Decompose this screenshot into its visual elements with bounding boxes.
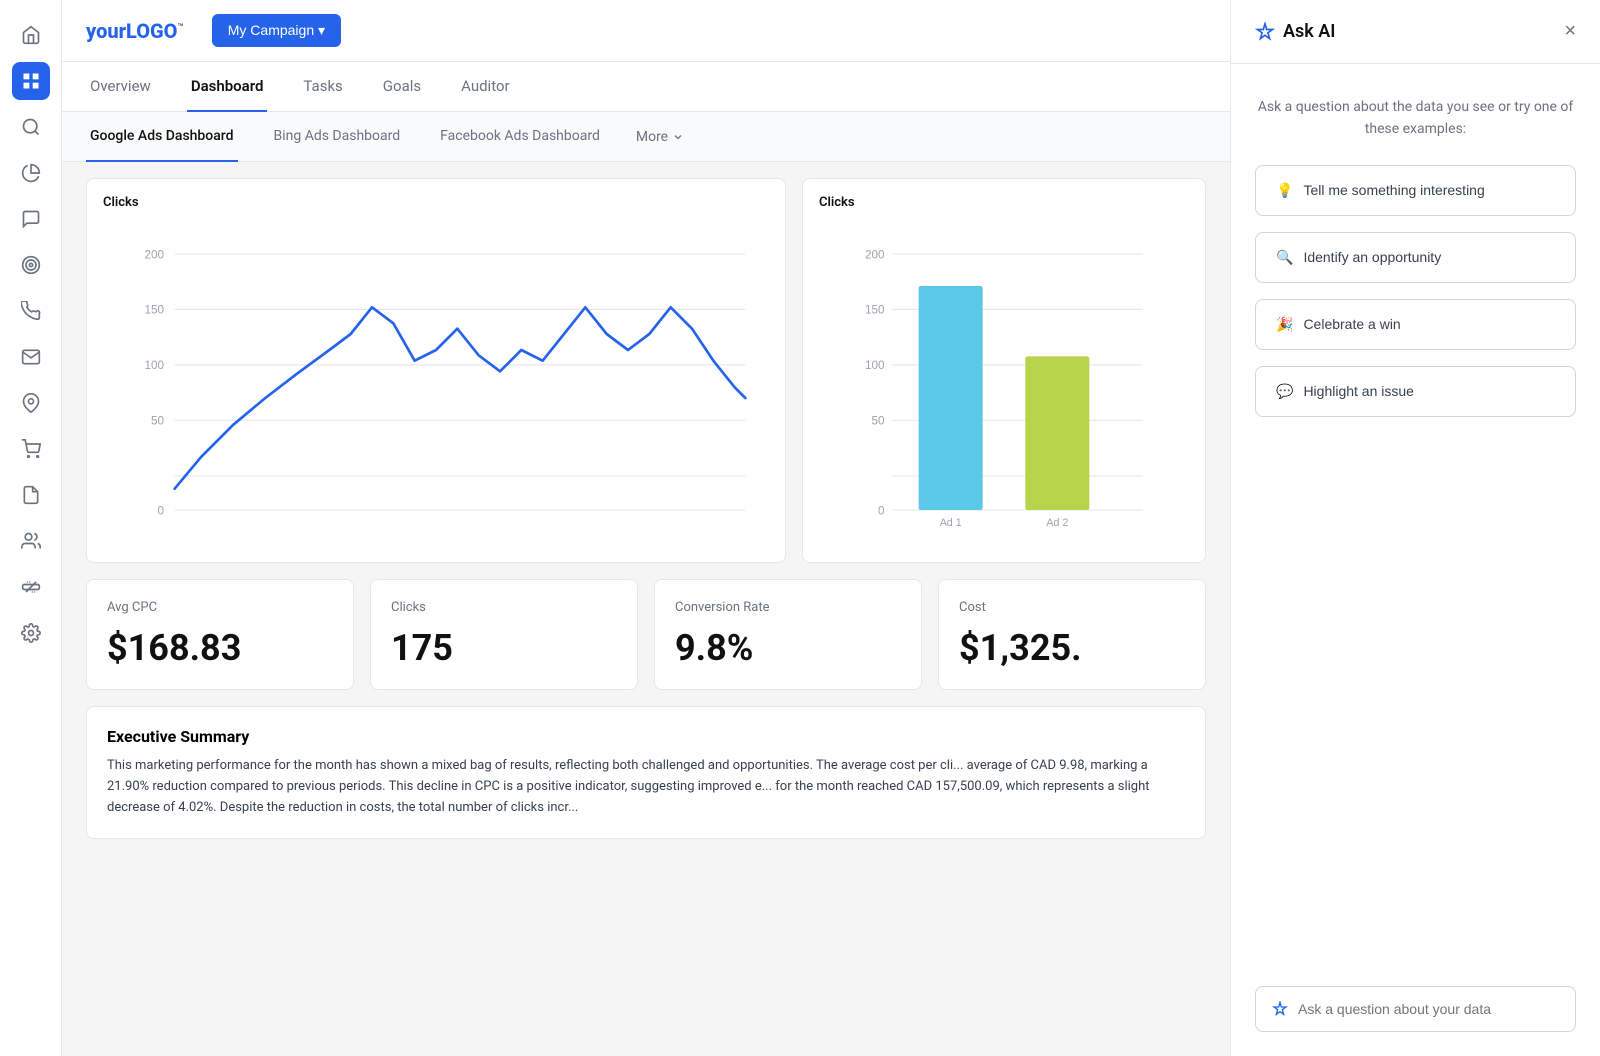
svg-text:200: 200 [865, 248, 885, 261]
logo-plain: your [86, 19, 126, 43]
bar-chart-svg: 200 150 100 50 0 Ad 1 Ad 2 [819, 222, 1189, 542]
conversion-rate-value: 9.8% [675, 627, 901, 669]
conversion-rate-label: Conversion Rate [675, 600, 901, 615]
campaign-button[interactable]: My Campaign ▾ [212, 14, 341, 47]
sub-tab-google[interactable]: Google Ads Dashboard [86, 112, 238, 162]
highlight-icon: 💬 [1276, 383, 1293, 400]
suggestion-tell-me[interactable]: 💡 Tell me something interesting [1255, 165, 1576, 216]
svg-text:150: 150 [144, 304, 164, 317]
lightbulb-icon: 💡 [1276, 182, 1293, 199]
celebrate-icon: 🎉 [1276, 316, 1293, 333]
tab-dashboard[interactable]: Dashboard [187, 62, 268, 112]
main-area: yourLOGO™ My Campaign ▾ Overview Dashboa… [62, 0, 1230, 1056]
svg-text:150: 150 [865, 304, 885, 317]
suggestion-opportunity[interactable]: 🔍 Identify an opportunity [1255, 232, 1576, 283]
email-icon[interactable] [12, 338, 50, 376]
bar-chart-card: Clicks 200 150 100 50 0 [802, 178, 1206, 563]
sub-tabs: Google Ads Dashboard Bing Ads Dashboard … [62, 112, 1230, 162]
sub-tab-facebook[interactable]: Facebook Ads Dashboard [436, 112, 604, 162]
bar-chart-title: Clicks [819, 195, 1189, 210]
tab-goals[interactable]: Goals [379, 62, 425, 112]
clicks-value: 175 [391, 627, 617, 669]
svg-text:0: 0 [157, 504, 164, 517]
more-button[interactable]: More [636, 129, 684, 145]
exec-summary-text: This marketing performance for the month… [107, 756, 1185, 818]
line-chart-title: Clicks [103, 195, 769, 210]
charts-row: Clicks 200 150 100 50 0 [86, 178, 1206, 563]
metric-clicks: Clicks 175 [370, 579, 638, 690]
suggestion-celebrate[interactable]: 🎉 Celebrate a win [1255, 299, 1576, 350]
logo-bold: LOGO [126, 19, 177, 43]
line-chart-card: Clicks 200 150 100 50 0 [86, 178, 786, 563]
sub-tab-bing[interactable]: Bing Ads Dashboard [270, 112, 405, 162]
chart-icon[interactable] [12, 154, 50, 192]
svg-text:0: 0 [878, 504, 885, 517]
avg-cpc-value: $168.83 [107, 627, 333, 669]
ai-input-container [1255, 986, 1576, 1032]
executive-summary: Executive Summary This marketing perform… [86, 706, 1206, 839]
cart-icon[interactable] [12, 430, 50, 468]
clicks-label: Clicks [391, 600, 617, 615]
metric-conversion-rate: Conversion Rate 9.8% [654, 579, 922, 690]
sparkle-icon [1255, 22, 1275, 42]
sidebar [0, 0, 62, 1056]
suggestion-highlight[interactable]: 💬 Highlight an issue [1255, 366, 1576, 417]
svg-text:50: 50 [871, 415, 885, 428]
ai-panel-body: Ask a question about the data you see or… [1231, 64, 1600, 1056]
logo: yourLOGO™ [86, 19, 184, 43]
svg-text:100: 100 [144, 359, 164, 372]
target-icon[interactable] [12, 246, 50, 284]
logo-tm: ™ [177, 22, 183, 33]
settings-icon[interactable] [12, 614, 50, 652]
tab-auditor[interactable]: Auditor [457, 62, 513, 112]
ai-panel-title: Ask AI [1255, 21, 1335, 42]
metric-cost: Cost $1,325. [938, 579, 1206, 690]
search-opportunity-icon: 🔍 [1276, 249, 1293, 266]
nav-tabs: Overview Dashboard Tasks Goals Auditor [62, 62, 1230, 112]
search-icon[interactable] [12, 108, 50, 146]
grid-icon[interactable] [12, 62, 50, 100]
home-icon[interactable] [12, 16, 50, 54]
location-icon[interactable] [12, 384, 50, 422]
metric-avg-cpc: Avg CPC $168.83 [86, 579, 354, 690]
chat-icon[interactable] [12, 200, 50, 238]
ai-subtitle: Ask a question about the data you see or… [1255, 96, 1576, 141]
svg-text:200: 200 [144, 248, 164, 261]
plug-icon[interactable] [12, 568, 50, 606]
content-area: Clicks 200 150 100 50 0 [62, 162, 1230, 1056]
ai-input-icon [1272, 1001, 1288, 1017]
svg-text:50: 50 [151, 415, 165, 428]
svg-text:Ad 2: Ad 2 [1046, 517, 1068, 529]
cost-value: $1,325. [959, 627, 1185, 669]
topbar: yourLOGO™ My Campaign ▾ [62, 0, 1230, 62]
ai-panel-close-button[interactable]: × [1564, 20, 1576, 43]
svg-text:Ad 1: Ad 1 [940, 517, 962, 529]
ai-question-input[interactable] [1298, 1001, 1559, 1017]
tab-overview[interactable]: Overview [86, 62, 155, 112]
cost-label: Cost [959, 600, 1185, 615]
ai-panel: Ask AI × Ask a question about the data y… [1230, 0, 1600, 1056]
svg-text:100: 100 [865, 359, 885, 372]
exec-summary-title: Executive Summary [107, 727, 1185, 746]
metrics-row: Avg CPC $168.83 Clicks 175 Conversion Ra… [86, 579, 1206, 690]
avg-cpc-label: Avg CPC [107, 600, 333, 615]
tab-tasks[interactable]: Tasks [299, 62, 346, 112]
ai-panel-header: Ask AI × [1231, 0, 1600, 64]
doc-icon[interactable] [12, 476, 50, 514]
line-chart-svg: 200 150 100 50 0 [103, 222, 769, 542]
phone-icon[interactable] [12, 292, 50, 330]
people-icon[interactable] [12, 522, 50, 560]
